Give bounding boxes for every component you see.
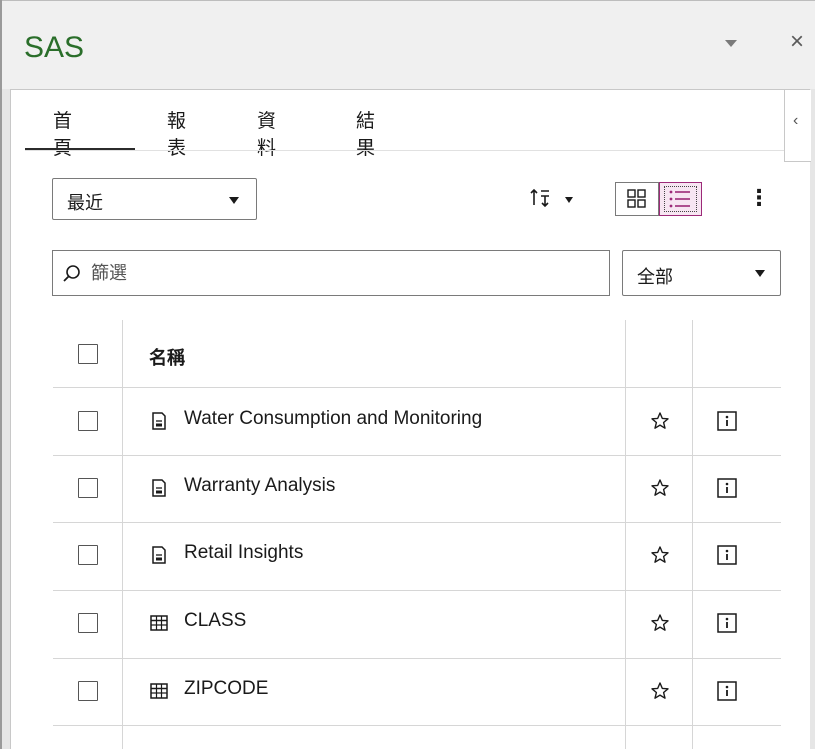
table-row[interactable]: ZIPCODE <box>53 659 781 726</box>
caret-down-icon <box>755 270 765 277</box>
pane-titlebar: SAS × <box>2 1 815 89</box>
info-icon[interactable] <box>716 477 738 499</box>
type-filter-dropdown[interactable]: 全部 <box>622 250 781 296</box>
close-icon[interactable]: × <box>782 27 812 57</box>
grid-view-icon <box>627 189 646 208</box>
tab-data[interactable]: 資料 <box>257 106 276 160</box>
column-header-name: 名稱 <box>149 348 185 368</box>
row-checkbox[interactable] <box>78 411 98 431</box>
grid-view-button[interactable] <box>615 182 659 216</box>
row-checkbox[interactable] <box>78 613 98 633</box>
info-icon[interactable] <box>716 544 738 566</box>
collapse-pane-button[interactable]: ‹ <box>784 90 811 162</box>
report-icon <box>152 546 166 564</box>
sort-button[interactable] <box>529 187 577 213</box>
row-checkbox[interactable] <box>78 681 98 701</box>
filter-input[interactable] <box>91 251 601 295</box>
info-icon[interactable] <box>716 410 738 432</box>
list-view-button[interactable] <box>659 182 702 216</box>
tab-results[interactable]: 結果 <box>356 106 375 160</box>
item-name[interactable]: Water Consumption and Monitoring <box>184 408 482 430</box>
item-name[interactable]: Retail Insights <box>184 542 303 564</box>
tab-reports[interactable]: 報表 <box>167 106 186 160</box>
table-header-row: 名稱 <box>53 320 781 387</box>
item-name[interactable]: CLASS <box>184 610 246 632</box>
table-icon <box>150 683 168 699</box>
sort-icon <box>530 188 549 208</box>
pane-content: 首頁 報表 資料 結果 ‹ 最近 ⋮ 篩選 全部 名稱 Water Consum… <box>10 89 811 749</box>
report-icon <box>152 479 166 497</box>
info-icon[interactable] <box>716 680 738 702</box>
tabs-divider <box>25 150 785 151</box>
search-icon <box>63 265 80 282</box>
report-icon <box>152 412 166 430</box>
info-icon[interactable] <box>716 612 738 634</box>
recent-dropdown-value: 最近 <box>67 193 103 213</box>
items-table: 名稱 Water Consumption and Monitoring Warr… <box>53 320 781 749</box>
table-row[interactable]: Water Consumption and Monitoring <box>53 388 781 455</box>
sas-pane: SAS × 首頁 報表 資料 結果 ‹ 最近 ⋮ 篩選 全部 名稱 Water … <box>0 0 815 749</box>
row-divider <box>53 725 781 726</box>
table-row[interactable]: Warranty Analysis <box>53 456 781 523</box>
row-checkbox[interactable] <box>78 545 98 565</box>
select-all-checkbox[interactable] <box>78 344 98 364</box>
caret-down-icon <box>565 197 573 203</box>
favorite-star-icon[interactable] <box>650 545 670 565</box>
more-options-button[interactable]: ⋮ <box>748 186 770 214</box>
favorite-star-icon[interactable] <box>650 681 670 701</box>
list-view-icon <box>669 190 690 208</box>
type-filter-value: 全部 <box>637 267 673 287</box>
pane-left-border <box>0 0 2 749</box>
filter-field[interactable] <box>52 250 610 296</box>
favorite-star-icon[interactable] <box>650 478 670 498</box>
row-checkbox[interactable] <box>78 478 98 498</box>
tab-home[interactable]: 首頁 <box>53 106 72 160</box>
table-icon <box>150 615 168 631</box>
table-row[interactable]: CLASS <box>53 591 781 658</box>
chevron-left-icon: ‹ <box>793 112 799 129</box>
caret-down-icon <box>229 197 239 204</box>
favorite-star-icon[interactable] <box>650 613 670 633</box>
app-title: SAS <box>24 31 85 64</box>
pane-options-chevron-down-icon[interactable] <box>718 31 744 57</box>
item-name[interactable]: Warranty Analysis <box>184 475 335 497</box>
table-row[interactable]: Retail Insights <box>53 523 781 590</box>
favorite-star-icon[interactable] <box>650 411 670 431</box>
recent-dropdown[interactable]: 最近 <box>52 178 257 220</box>
item-name[interactable]: ZIPCODE <box>184 678 268 700</box>
